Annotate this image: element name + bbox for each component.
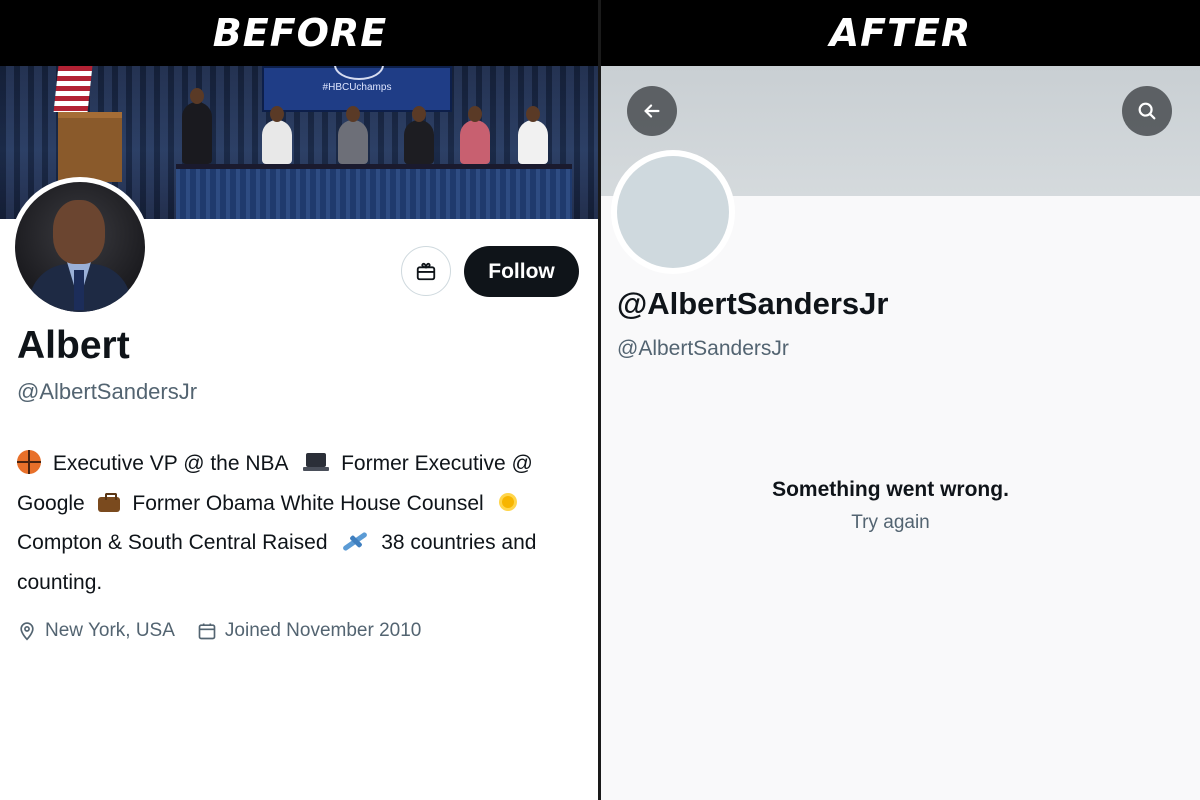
follow-button[interactable]: Follow (464, 246, 579, 297)
laptop-emoji (303, 450, 330, 474)
briefcase-emoji (97, 490, 121, 514)
panelist (338, 106, 368, 164)
banner-screen: #HBCUchamps (262, 66, 452, 112)
panelist (518, 106, 548, 164)
gift-icon (416, 262, 436, 281)
avatar[interactable] (10, 177, 150, 317)
profile-handle-title: @AlbertSandersJr (617, 286, 889, 321)
panelist (404, 106, 434, 164)
display-name: Albert (17, 324, 130, 367)
search-icon (1138, 102, 1156, 120)
profile-bio: Executive VP @ the NBA Former Executive … (17, 444, 577, 602)
avatar-placeholder (611, 150, 735, 274)
join-date: Joined November 2010 (197, 620, 421, 642)
error-message: Something went wrong. (772, 478, 1009, 501)
before-label: BEFORE (212, 11, 388, 55)
profile-handle: @AlbertSandersJr (17, 379, 198, 404)
basketball-emoji (17, 450, 41, 474)
location-text: New York, USA (45, 620, 175, 641)
search-button[interactable] (1122, 86, 1172, 136)
profile-handle: @AlbertSandersJr (617, 337, 789, 360)
flag (53, 66, 93, 112)
calendar-icon (198, 623, 216, 640)
join-date-text: Joined November 2010 (224, 620, 422, 641)
panelist (460, 106, 490, 164)
after-panel: AFTER @AlbertSandersJr @AlbertSandersJr … (601, 0, 1200, 800)
before-panel: BEFORE #HBCUchamps Follow Albert @Albert… (0, 0, 600, 800)
location: New York, USA (17, 620, 175, 642)
try-again-link[interactable]: Try again (601, 512, 1180, 534)
podium (58, 112, 122, 182)
after-label-bar: AFTER (601, 0, 1200, 66)
profile-meta: New York, USA Joined November 2010 (17, 620, 443, 642)
before-label-bar: BEFORE (0, 0, 600, 66)
sun-emoji (495, 489, 520, 514)
avatar-photo (15, 182, 145, 312)
airplane-emoji (341, 529, 369, 553)
after-label: AFTER (829, 11, 972, 55)
arrow-left-icon (644, 104, 660, 118)
gift-button[interactable] (401, 246, 451, 296)
bio-segment: Compton & South Central Raised (17, 531, 328, 554)
bio-segment: Former Obama White House Counsel (132, 491, 484, 515)
panelist (262, 106, 292, 164)
location-pin-icon (20, 622, 34, 641)
banner-screen-text: #HBCUchamps (322, 82, 392, 93)
panelist (182, 88, 212, 164)
back-button[interactable] (627, 86, 677, 136)
bio-segment: Executive VP @ the NBA (52, 452, 288, 475)
panel-table (176, 164, 572, 219)
